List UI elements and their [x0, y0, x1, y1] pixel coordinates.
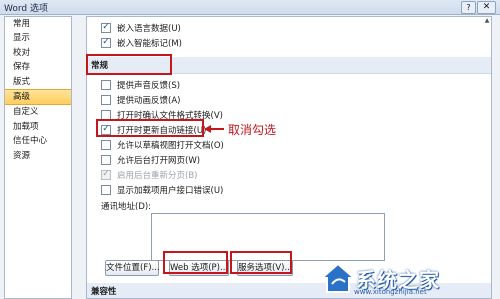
checkbox-background-repagination: 启用后台重新分页(B) — [101, 168, 197, 182]
checkbox-label: 提供动画反馈(A) — [117, 96, 181, 106]
checkbox-label: 允许后台打开网页(W) — [117, 156, 201, 166]
checkbox-label: 嵌入智能标记(M) — [117, 39, 182, 49]
section-title: 兼容性 — [91, 287, 117, 297]
watermark-url: www.xitongzhijia.net — [354, 288, 427, 296]
scroll-up-icon[interactable]: ▲ — [483, 17, 491, 25]
checkbox-icon — [101, 170, 111, 180]
checkbox-embed-linguistic-data[interactable]: 嵌入语言数据(U) — [101, 21, 181, 35]
house-logo-icon — [319, 262, 357, 293]
checkbox-sound-feedback[interactable]: 提供声音反馈(S) — [101, 78, 180, 92]
checkbox-label: 嵌入语言数据(U) — [117, 24, 181, 34]
checkbox-background-open-web-pages[interactable]: 允许后台打开网页(W) — [101, 153, 200, 167]
nav-item-resources[interactable]: 资源 — [5, 149, 71, 163]
checkbox-open-in-draft-view[interactable]: 允许以草稿视图打开文档(O) — [101, 138, 224, 152]
watermark-logo: 系统之家 www.xitongzhijia.net — [318, 258, 500, 297]
checkbox-label: 提供声音反馈(S) — [117, 81, 181, 91]
options-category-list: 常用 显示 校对 保存 版式 高级 自定义 加载项 信任中心 资源 — [4, 16, 72, 299]
nav-item-trust-center[interactable]: 信任中心 — [5, 134, 71, 148]
file-locations-button[interactable]: 文件位置(F)... — [105, 260, 160, 276]
annotation-text: 取消勾选 — [228, 123, 277, 137]
help-button[interactable]: ? — [461, 1, 476, 14]
highlight-box-web-options — [163, 251, 228, 274]
window-title: Word 选项 — [4, 4, 48, 14]
nav-item-customize[interactable]: 自定义 — [5, 105, 71, 119]
checkbox-animation-feedback[interactable]: 提供动画反馈(A) — [101, 93, 180, 107]
checkbox-label: 启用后台重新分页(B) — [117, 171, 198, 181]
nav-item-proofing[interactable]: 校对 — [5, 46, 71, 60]
mailing-address-label: 通讯地址(D): — [101, 202, 152, 212]
checkbox-show-addin-ui-errors[interactable]: 显示加载项用户接口错误(U) — [101, 183, 223, 197]
highlight-box-update-links — [96, 119, 204, 137]
checkbox-label: 显示加载项用户接口错误(U) — [117, 186, 224, 196]
nav-item-save[interactable]: 保存 — [5, 60, 71, 74]
title-bar: Word 选项 ? ✕ — [0, 0, 500, 15]
nav-item-addins[interactable]: 加载项 — [5, 120, 71, 134]
nav-item-display[interactable]: 显示 — [5, 31, 71, 45]
checkbox-label: 允许以草稿视图打开文档(O) — [117, 141, 224, 151]
arrow-line — [210, 128, 224, 130]
close-button[interactable]: ✕ — [477, 1, 496, 14]
nav-item-common[interactable]: 常用 — [5, 17, 71, 31]
highlight-box-general — [86, 54, 172, 75]
checkbox-icon[interactable] — [101, 185, 111, 195]
highlight-box-service-options — [230, 251, 292, 274]
checkbox-icon[interactable] — [101, 80, 111, 90]
nav-item-advanced[interactable]: 高级 — [5, 88, 71, 106]
checkbox-icon[interactable] — [101, 23, 111, 33]
nav-item-typography[interactable]: 版式 — [5, 75, 71, 89]
checkbox-icon[interactable] — [101, 38, 111, 48]
checkbox-icon[interactable] — [101, 155, 111, 165]
checkbox-icon[interactable] — [101, 95, 111, 105]
checkbox-embed-smart-tags[interactable]: 嵌入智能标记(M) — [101, 36, 182, 50]
checkbox-icon[interactable] — [101, 140, 111, 150]
